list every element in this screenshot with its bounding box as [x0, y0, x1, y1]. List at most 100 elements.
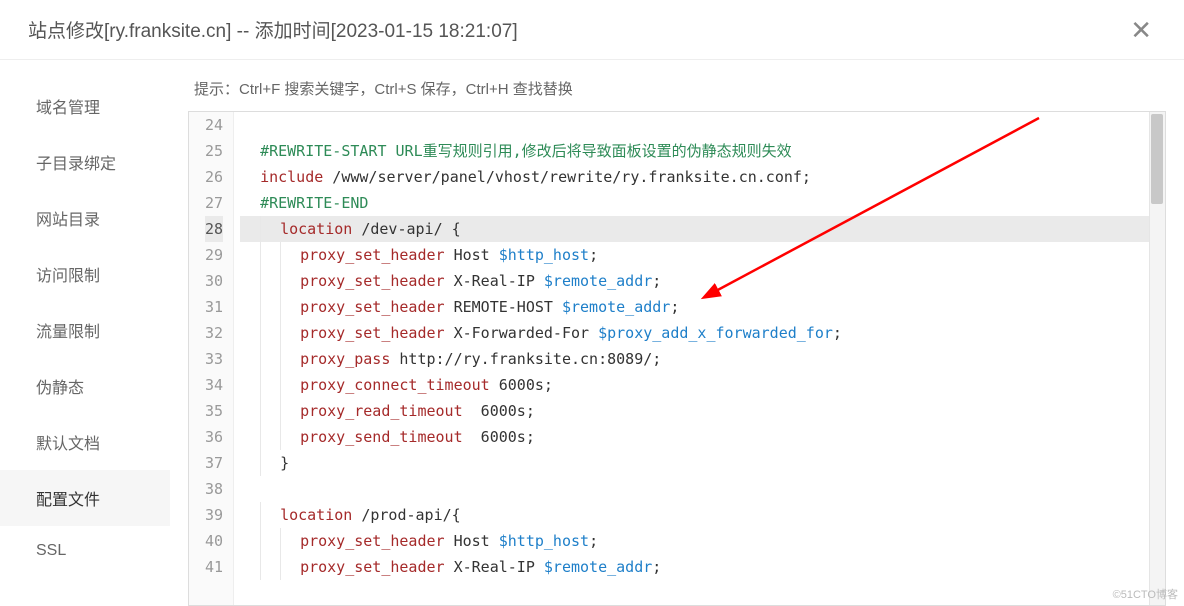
indent-guide: [240, 476, 260, 502]
indent-guide: [240, 528, 260, 554]
code-line[interactable]: location /prod-api/{: [240, 502, 1165, 528]
code-token: /prod-api/{: [352, 502, 460, 528]
indent-guide: [240, 190, 260, 216]
code-token: ;: [589, 242, 598, 268]
hint-text: 提示：Ctrl+F 搜索关键字，Ctrl+S 保存，Ctrl+H 查找替换: [194, 78, 1166, 99]
code-line[interactable]: proxy_connect_timeout 6000s;: [240, 372, 1165, 398]
code-line[interactable]: proxy_set_header Host $http_host;: [240, 528, 1165, 554]
code-line[interactable]: proxy_set_header Host $http_host;: [240, 242, 1165, 268]
code-token: location: [280, 216, 352, 242]
indent-guide: [240, 242, 260, 268]
code-token: $proxy_add_x_forwarded_for: [598, 320, 833, 346]
code-token: ;: [589, 528, 598, 554]
sidebar-item-7[interactable]: 配置文件: [0, 470, 170, 526]
code-token: $http_host: [499, 528, 589, 554]
code-token: $http_host: [499, 242, 589, 268]
line-number: 35: [205, 398, 223, 424]
code-token: $remote_addr: [562, 294, 670, 320]
line-number: 25: [205, 138, 223, 164]
indent-guide: [240, 450, 260, 476]
vertical-scrollbar[interactable]: [1149, 112, 1165, 605]
sidebar-item-4[interactable]: 流量限制: [0, 302, 170, 358]
line-number: 39: [205, 502, 223, 528]
indent-guide: [260, 216, 280, 242]
sidebar-item-5[interactable]: 伪静态: [0, 358, 170, 414]
indent-guide: [240, 268, 260, 294]
indent-guide: [260, 502, 280, 528]
code-token: proxy_pass: [300, 346, 390, 372]
code-token: proxy_set_header: [300, 528, 445, 554]
indent-guide: [240, 502, 260, 528]
code-editor[interactable]: 242526272829303132333435363738394041 #RE…: [189, 112, 1165, 605]
indent-guide: [240, 112, 260, 138]
code-line[interactable]: proxy_set_header X-Real-IP $remote_addr;: [240, 554, 1165, 580]
indent-guide: [260, 242, 280, 268]
code-line[interactable]: [240, 112, 1165, 138]
indent-guide: [240, 424, 260, 450]
sidebar-item-8[interactable]: SSL: [0, 526, 170, 576]
code-line[interactable]: }: [240, 450, 1165, 476]
code-token: proxy_set_header: [300, 294, 445, 320]
indent-guide: [240, 294, 260, 320]
indent-guide: [280, 346, 300, 372]
code-token: ;: [833, 320, 842, 346]
sidebar-item-3[interactable]: 访问限制: [0, 246, 170, 302]
indent-guide: [280, 294, 300, 320]
code-token: proxy_read_timeout: [300, 398, 463, 424]
sidebar: 域名管理子目录绑定网站目录访问限制流量限制伪静态默认文档配置文件SSL: [0, 60, 170, 606]
line-number: 26: [205, 164, 223, 190]
sidebar-item-2[interactable]: 网站目录: [0, 190, 170, 246]
indent-guide: [280, 242, 300, 268]
code-line[interactable]: location /dev-api/ {: [240, 216, 1165, 242]
code-token: location: [280, 502, 352, 528]
code-line[interactable]: proxy_set_header X-Real-IP $remote_addr;: [240, 268, 1165, 294]
indent-guide: [260, 398, 280, 424]
line-number: 37: [205, 450, 223, 476]
indent-guide: [280, 528, 300, 554]
main-panel: 提示：Ctrl+F 搜索关键字，Ctrl+S 保存，Ctrl+H 查找替换 24…: [170, 60, 1184, 606]
scroll-thumb[interactable]: [1151, 114, 1163, 204]
watermark: ©51CTO博客: [1113, 586, 1178, 602]
code-line[interactable]: #REWRITE-END: [240, 190, 1165, 216]
indent-guide: [260, 424, 280, 450]
code-token: $remote_addr: [544, 268, 652, 294]
code-token: 6000s;: [463, 398, 535, 424]
code-line[interactable]: proxy_set_header X-Forwarded-For $proxy_…: [240, 320, 1165, 346]
code-token: ;: [652, 554, 661, 580]
sidebar-item-6[interactable]: 默认文档: [0, 414, 170, 470]
line-number: 27: [205, 190, 223, 216]
code-token: X-Forwarded-For: [445, 320, 599, 346]
modal-title: 站点修改[ry.franksite.cn] -- 添加时间[2023-01-15…: [28, 16, 518, 43]
code-line[interactable]: proxy_pass http://ry.franksite.cn:8089/;: [240, 346, 1165, 372]
line-number: 24: [205, 112, 223, 138]
code-token: ;: [652, 268, 661, 294]
code-area[interactable]: #REWRITE-START URL重写规则引用,修改后将导致面板设置的伪静态规…: [234, 112, 1165, 605]
code-line[interactable]: #REWRITE-START URL重写规则引用,修改后将导致面板设置的伪静态规…: [240, 138, 1165, 164]
modal-body: 域名管理子目录绑定网站目录访问限制流量限制伪静态默认文档配置文件SSL 提示：C…: [0, 60, 1184, 606]
indent-guide: [260, 372, 280, 398]
line-gutter: 242526272829303132333435363738394041: [189, 112, 234, 605]
indent-guide: [280, 398, 300, 424]
code-token: REMOTE-HOST: [445, 294, 562, 320]
code-line[interactable]: proxy_send_timeout 6000s;: [240, 424, 1165, 450]
indent-guide: [240, 164, 260, 190]
sidebar-item-1[interactable]: 子目录绑定: [0, 134, 170, 190]
indent-guide: [260, 554, 280, 580]
indent-guide: [260, 294, 280, 320]
indent-guide: [260, 346, 280, 372]
code-token: /dev-api/ {: [352, 216, 460, 242]
code-line[interactable]: [240, 476, 1165, 502]
indent-guide: [260, 528, 280, 554]
close-icon[interactable]: ✕: [1126, 17, 1156, 43]
code-line[interactable]: proxy_set_header REMOTE-HOST $remote_add…: [240, 294, 1165, 320]
code-line[interactable]: proxy_read_timeout 6000s;: [240, 398, 1165, 424]
indent-guide: [280, 372, 300, 398]
indent-guide: [260, 450, 280, 476]
code-token: /www/server/panel/vhost/rewrite/ry.frank…: [323, 164, 811, 190]
line-number: 32: [205, 320, 223, 346]
indent-guide: [280, 554, 300, 580]
code-token: }: [280, 450, 289, 476]
modal-header: 站点修改[ry.franksite.cn] -- 添加时间[2023-01-15…: [0, 0, 1184, 60]
sidebar-item-0[interactable]: 域名管理: [0, 78, 170, 134]
code-line[interactable]: include /www/server/panel/vhost/rewrite/…: [240, 164, 1165, 190]
